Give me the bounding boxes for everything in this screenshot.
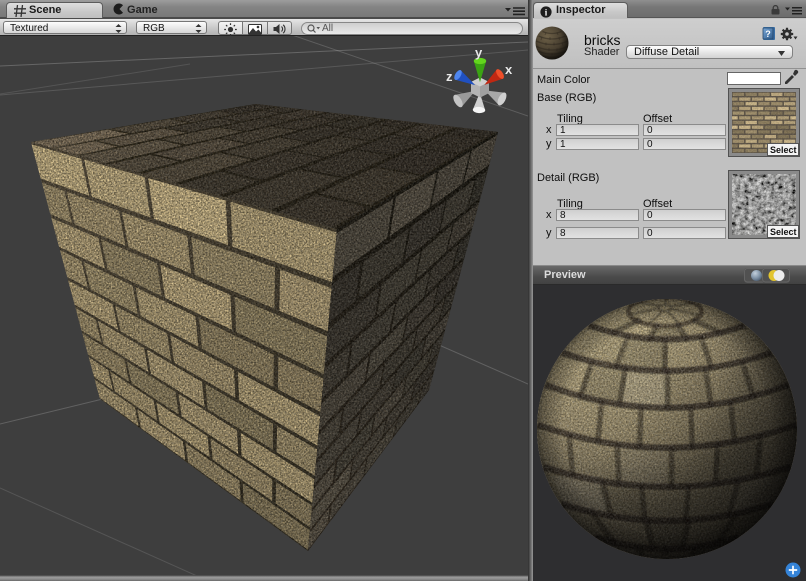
svg-text:z: z — [446, 69, 453, 84]
svg-text:y: y — [475, 45, 483, 60]
svg-text:?: ? — [765, 29, 771, 39]
svg-text:x: x — [505, 62, 513, 77]
